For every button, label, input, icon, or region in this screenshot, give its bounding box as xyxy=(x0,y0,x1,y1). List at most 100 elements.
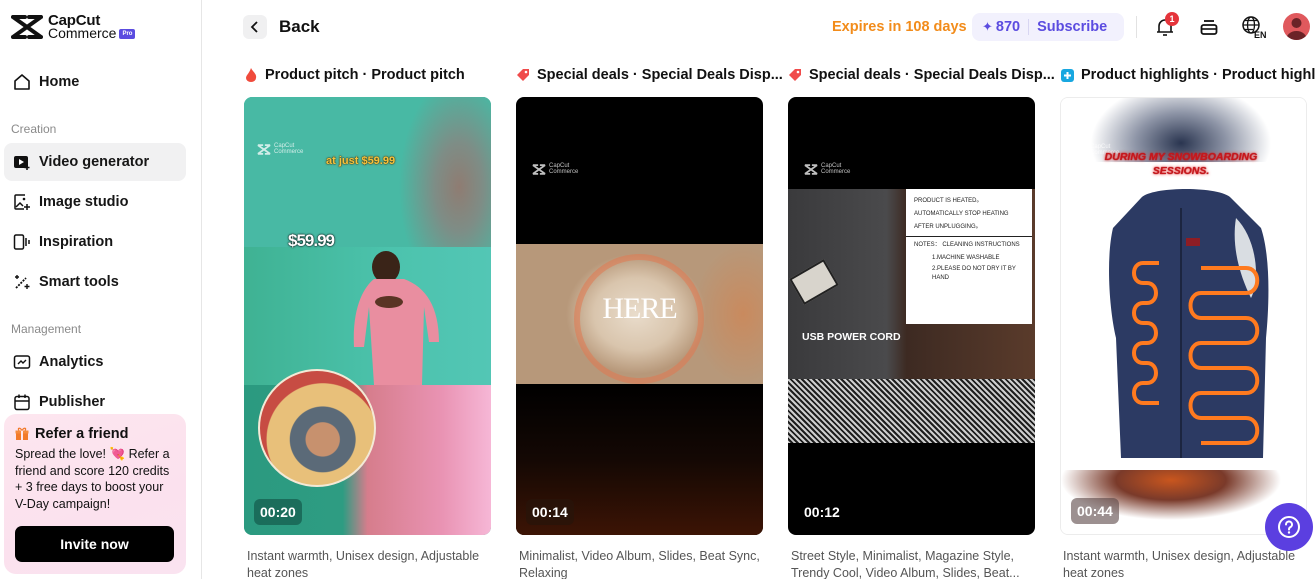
calendar-icon xyxy=(12,392,32,412)
sidebar-item-label: Publisher xyxy=(39,394,106,410)
card-title-text: Special deals · Special Deals Disp... xyxy=(537,67,783,83)
overlay-caption: HERE xyxy=(602,292,677,325)
template-description: Minimalist, Video Album, Slides, Beat Sy… xyxy=(519,549,760,579)
magic-wand-icon xyxy=(12,272,32,292)
info-panel: PRODUCT IS HEATED。 AUTOMATICALLY STOP HE… xyxy=(906,189,1032,324)
video-thumbnail[interactable]: CapCut Commerce HERE 00:14 xyxy=(516,97,763,535)
pro-badge: Pro xyxy=(119,28,136,39)
app: CapCut Commerce Pro Home Creation Video g… xyxy=(0,0,1315,579)
user-icon xyxy=(1286,18,1307,40)
refer-a-friend-card: Refer a friend Spread the love! 💘 Refer … xyxy=(4,414,186,574)
sidebar-item-image-studio[interactable]: Image studio xyxy=(4,183,186,221)
template-description: Instant warmth, Unisex design, Adjustabl… xyxy=(1063,549,1296,579)
template-card-title[interactable]: Special deals · Special Deals Disp... xyxy=(788,67,1055,83)
video-thumbnail[interactable]: CapCut Commerce PRODUCT IS HEATED。 AUTOMA… xyxy=(788,97,1035,535)
capcut-logo-icon xyxy=(257,143,271,155)
usb-plug-shape xyxy=(789,259,839,305)
capcut-watermark: CapCut Commerce xyxy=(532,163,578,175)
refer-text-start: Spread the love! xyxy=(15,447,110,461)
duration-badge: 00:44 xyxy=(1071,498,1119,524)
language-button[interactable]: EN xyxy=(1240,15,1272,39)
divider xyxy=(906,236,1032,237)
back-button[interactable] xyxy=(243,15,267,39)
flame-icon xyxy=(244,68,258,82)
heart-arrow-icon: 💘 xyxy=(109,447,126,461)
user-avatar[interactable] xyxy=(1283,13,1310,40)
video-thumbnail[interactable]: CapCut Commerce at just $59.99 $59.99 00:… xyxy=(244,97,491,535)
card-title-text: Product highlights · Product highl... xyxy=(1081,67,1315,83)
sidebar-item-analytics[interactable]: Analytics xyxy=(4,343,186,381)
sidebar: CapCut Commerce Pro Home Creation Video g… xyxy=(0,0,202,579)
capcut-logo-icon xyxy=(804,163,818,175)
duration-badge: 00:12 xyxy=(798,499,846,525)
notification-count-badge: 1 xyxy=(1165,12,1179,26)
sidebar-item-home[interactable]: Home xyxy=(4,63,186,101)
analytics-icon xyxy=(12,352,32,372)
refer-title: Refer a friend xyxy=(35,426,129,442)
presenter-bubble xyxy=(258,369,376,487)
capcut-commerce-logo[interactable]: CapCut Commerce Pro xyxy=(11,13,136,40)
gift-icon xyxy=(15,427,29,440)
globe-icon: EN xyxy=(1242,16,1267,39)
video-plus-icon xyxy=(12,152,32,172)
layers-icon xyxy=(1200,20,1218,35)
refer-description: Spread the love! 💘 Refer a friend and sc… xyxy=(15,446,175,512)
chevron-left-icon xyxy=(250,21,258,33)
notifications-button[interactable]: 1 xyxy=(1153,12,1179,39)
header-divider xyxy=(1136,16,1137,38)
home-icon xyxy=(12,72,32,92)
fabric-texture xyxy=(788,379,1035,443)
template-card-title[interactable]: Product highlights · Product highl... xyxy=(1060,67,1315,83)
overlay-caption: DURING MY SNOWBOARDING SESSIONS. xyxy=(1104,151,1258,177)
sidebar-item-smart-tools[interactable]: Smart tools xyxy=(4,263,186,301)
sidebar-item-label: Inspiration xyxy=(39,234,114,250)
capcut-logo-icon xyxy=(532,163,546,175)
help-button[interactable] xyxy=(1265,503,1313,551)
sidebar-item-label: Video generator xyxy=(39,154,150,170)
duration-badge: 00:14 xyxy=(526,499,574,525)
sidebar-item-label: Image studio xyxy=(39,194,129,210)
overlay-caption: at just $59.99 xyxy=(326,155,396,167)
presenter-figure xyxy=(353,251,439,385)
overlay-caption: USB POWER CORD xyxy=(802,331,901,343)
template-card-title[interactable]: Product pitch · Product pitch xyxy=(244,67,465,83)
capcut-watermark: CapCut Commerce xyxy=(804,163,850,175)
storage-button[interactable] xyxy=(1197,15,1221,39)
thumbnail-photo: HERE xyxy=(516,244,763,384)
credits-count: 870 xyxy=(995,19,1021,35)
sparkle-icon: ✦ xyxy=(982,19,993,34)
card-title-text: Special deals · Special Deals Disp... xyxy=(809,67,1055,83)
duration-badge: 00:20 xyxy=(254,499,302,525)
sidebar-item-label: Home xyxy=(39,74,80,90)
image-plus-icon xyxy=(12,192,32,212)
sidebar-item-label: Analytics xyxy=(39,354,104,370)
overlay-caption: PRODUCT IS HEATED。 xyxy=(914,198,983,204)
sidebar-item-inspiration[interactable]: Inspiration xyxy=(4,223,186,261)
thumbnail-background xyxy=(244,97,491,247)
template-description: Street Style, Minimalist, Magazine Style… xyxy=(791,549,1020,579)
inspiration-icon xyxy=(12,232,32,252)
heated-vest-image xyxy=(1109,189,1269,458)
overlay-caption: AUTOMATICALLY STOP HEATING xyxy=(914,211,1009,217)
tag-icon xyxy=(516,68,530,82)
plus-square-icon xyxy=(1060,68,1074,82)
section-label-management: Management xyxy=(11,322,82,336)
watermark-line: Commerce xyxy=(274,149,304,155)
sidebar-item-label: Smart tools xyxy=(39,274,119,290)
video-thumbnail[interactable]: CapCut Commerce DURING MY SNOWBOARDING SE… xyxy=(1060,97,1307,535)
overlay-caption: NOTES： CLEANING INSTRUCTIONS xyxy=(914,242,1020,248)
section-label-creation: Creation xyxy=(11,122,57,136)
subscribe-button[interactable]: Subscribe xyxy=(1037,19,1107,35)
sidebar-item-video-generator[interactable]: Video generator xyxy=(4,143,186,181)
credits-subscribe-pill: ✦ 870 Subscribe xyxy=(972,13,1124,41)
invite-now-button[interactable]: Invite now xyxy=(15,526,174,562)
plan-expiry-text: Expires in 108 days xyxy=(832,19,967,35)
overlay-caption: AFTER UNPLUGGING。 xyxy=(914,224,982,230)
capcut-logo-icon xyxy=(11,15,43,39)
overlay-caption: 2.PLEASE DO NOT DRY IT BY HAND xyxy=(932,266,1016,281)
question-circle-icon xyxy=(1278,516,1300,538)
template-card-title[interactable]: Special deals · Special Deals Disp... xyxy=(516,67,783,83)
overlay-caption: 1.MACHINE WASHABLE xyxy=(932,255,1000,261)
back-label[interactable]: Back xyxy=(279,17,320,37)
watermark-line: Commerce xyxy=(821,169,851,175)
